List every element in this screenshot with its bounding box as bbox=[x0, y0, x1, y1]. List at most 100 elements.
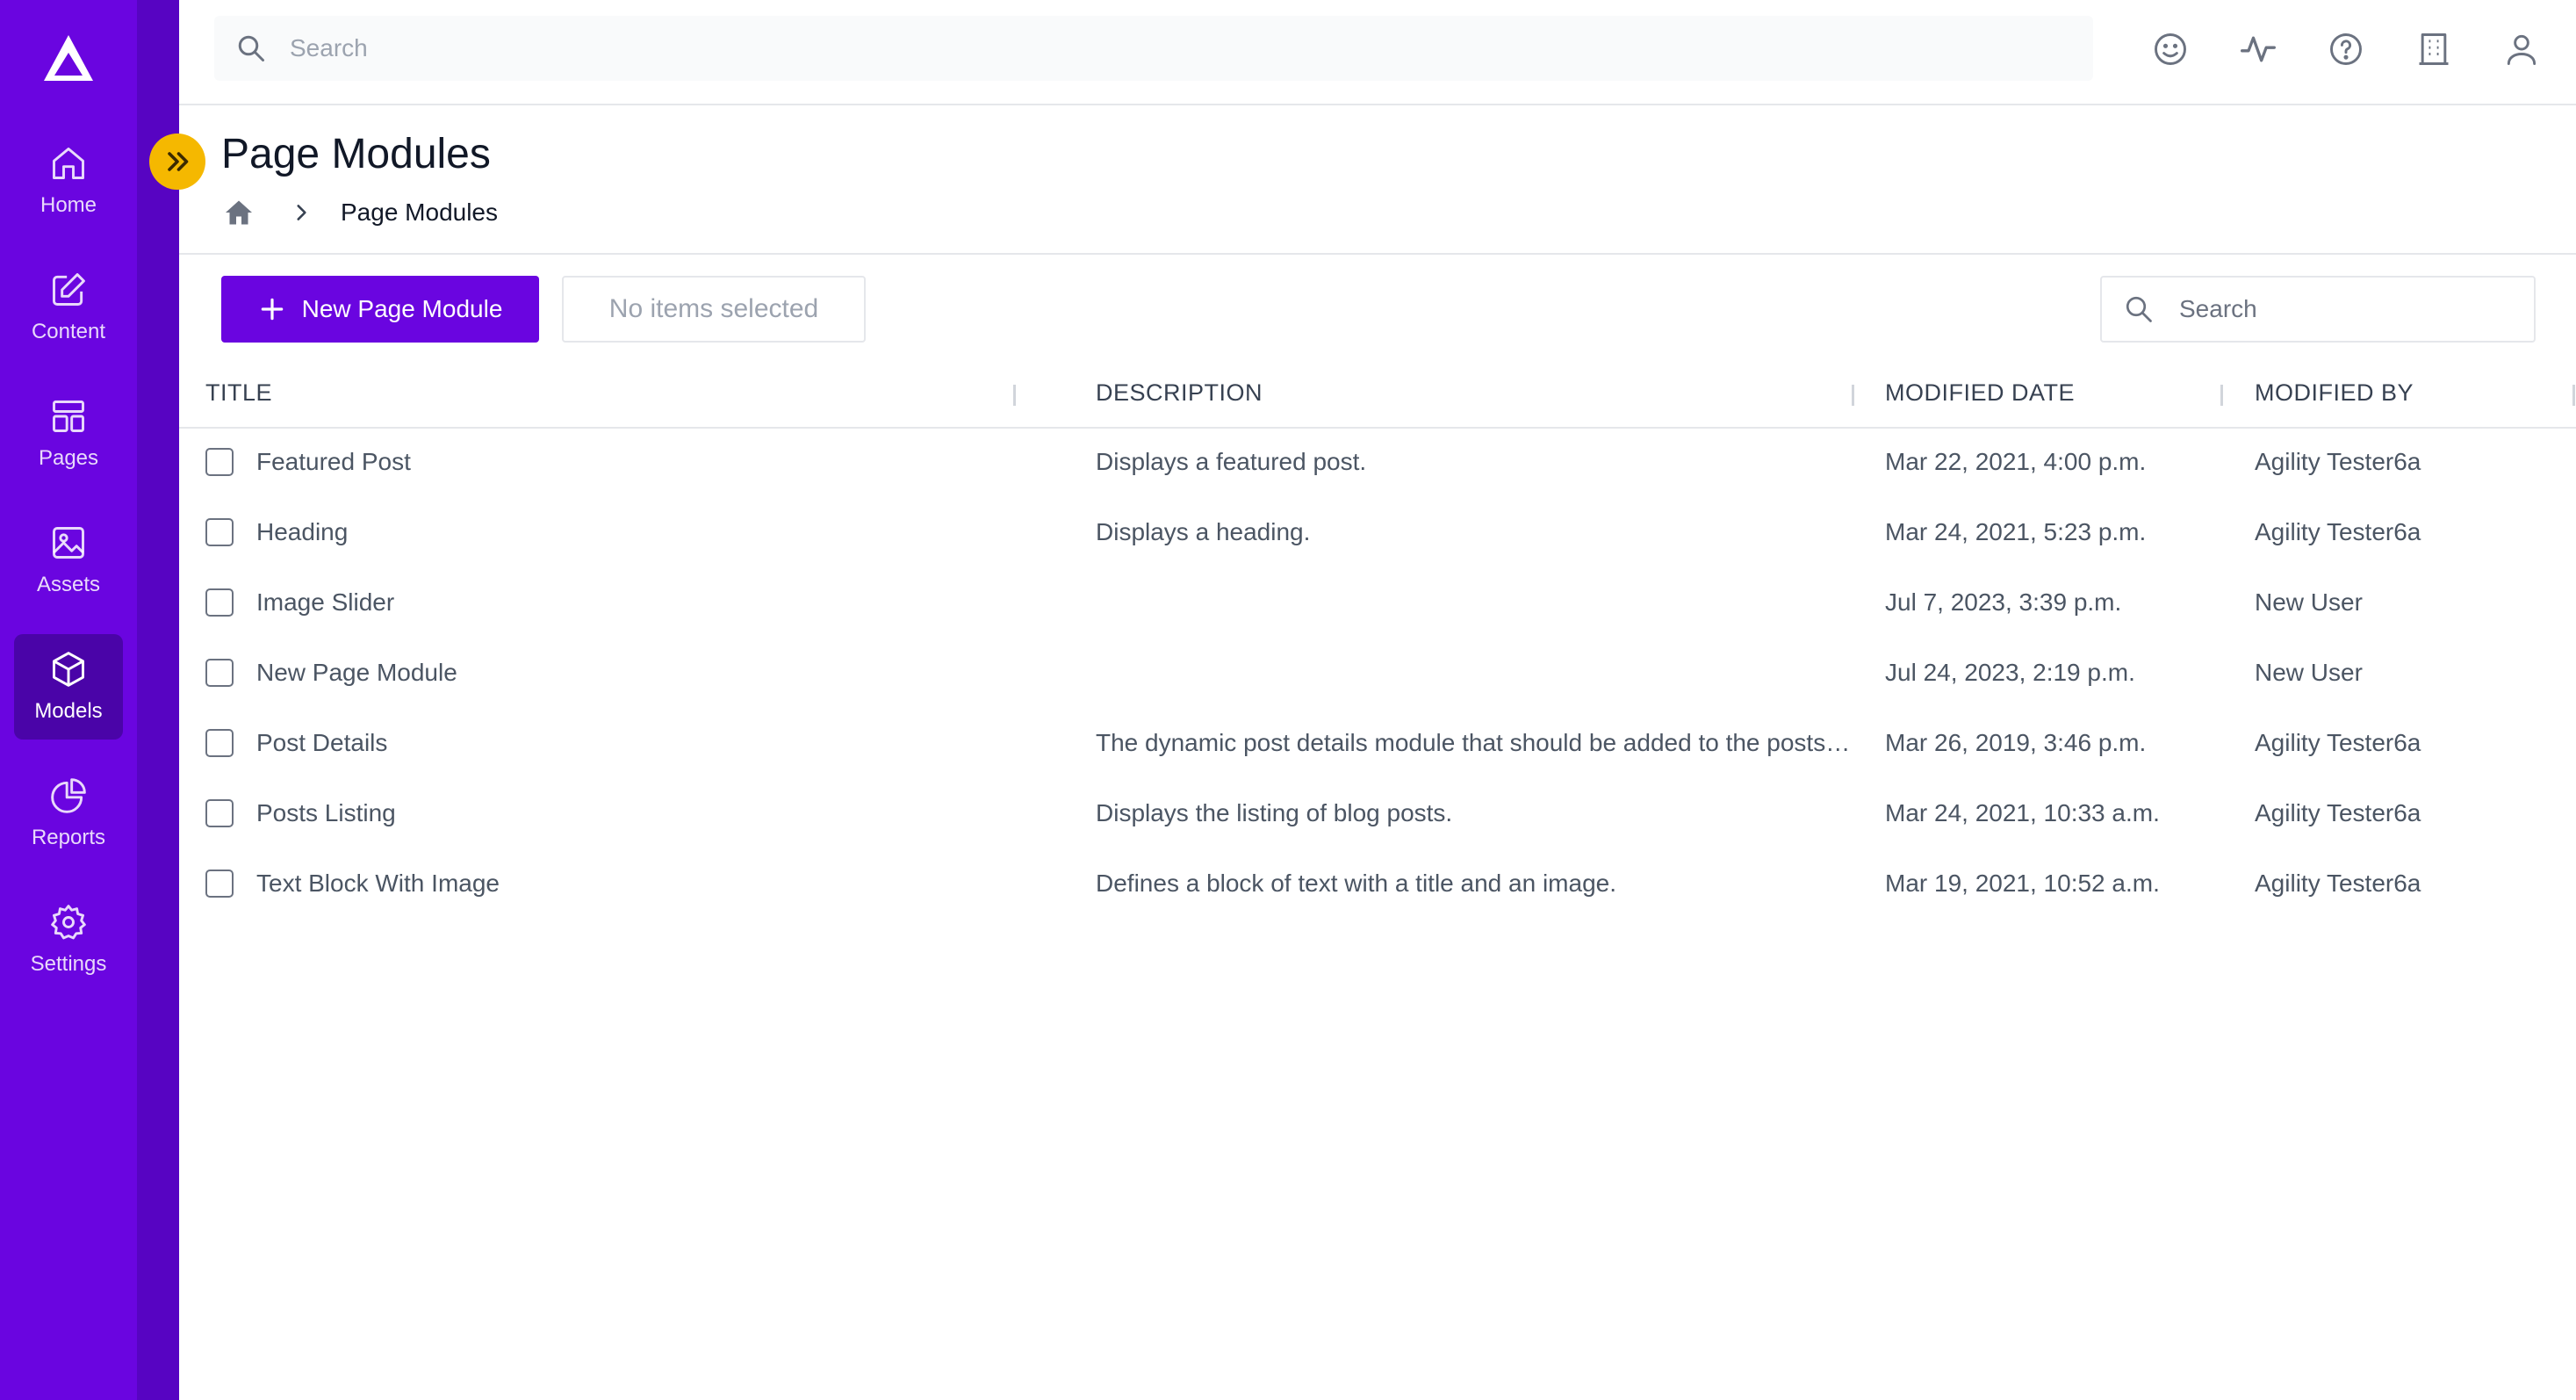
row-modified-date: Mar 22, 2021, 4:00 p.m. bbox=[1885, 448, 2147, 475]
expand-sidebar-button[interactable] bbox=[149, 134, 205, 190]
row-title: Posts Listing bbox=[256, 799, 396, 826]
top-icons bbox=[2126, 0, 2576, 98]
cube-icon bbox=[53, 652, 84, 687]
sidebar: Home Content Pages Assets Models Reports… bbox=[0, 0, 137, 1400]
column-resizer[interactable] bbox=[2572, 385, 2575, 406]
sidebar-item-reports[interactable]: Reports bbox=[14, 761, 123, 866]
row-modified-by: New User bbox=[2255, 588, 2363, 616]
page-header: Page Modules Page Modules bbox=[179, 105, 2576, 255]
row-modified-date: Mar 26, 2019, 3:46 p.m. bbox=[1885, 729, 2147, 756]
pie-chart-icon bbox=[51, 778, 86, 813]
home-icon[interactable] bbox=[223, 197, 255, 228]
column-header-modified-date[interactable]: MODIFIED DATE bbox=[1885, 379, 2075, 407]
row-modified-date: Jul 24, 2023, 2:19 p.m. bbox=[1885, 659, 2135, 686]
row-checkbox[interactable] bbox=[205, 799, 234, 827]
row-modified-by: New User bbox=[2255, 659, 2363, 686]
row-modified-by: Agility Tester6a bbox=[2255, 729, 2421, 756]
sidebar-item-label: Home bbox=[40, 193, 97, 217]
sidebar-item-models[interactable]: Models bbox=[14, 634, 123, 740]
chevron-right-icon bbox=[297, 205, 306, 220]
row-checkbox[interactable] bbox=[205, 588, 234, 617]
table-row[interactable]: Posts Listing Displays the listing of bl… bbox=[179, 780, 2576, 850]
edit-icon bbox=[53, 273, 85, 306]
list-search[interactable] bbox=[2100, 276, 2536, 343]
row-description: Displays a featured post. bbox=[1096, 448, 1367, 475]
home-icon bbox=[53, 148, 84, 179]
sidebar-item-label: Settings bbox=[30, 952, 107, 976]
activity-icon[interactable] bbox=[2239, 30, 2277, 69]
sidebar-item-home[interactable]: Home bbox=[14, 128, 123, 234]
sidebar-item-label: Pages bbox=[38, 446, 99, 470]
row-modified-date: Jul 7, 2023, 3:39 p.m. bbox=[1885, 588, 2122, 616]
row-title: Heading bbox=[256, 518, 349, 545]
breadcrumb-current: Page Modules bbox=[341, 198, 499, 226]
row-title: Featured Post bbox=[256, 448, 411, 475]
sidebar-item-settings[interactable]: Settings bbox=[14, 887, 123, 992]
agility-logo-icon[interactable] bbox=[40, 32, 97, 84]
sidebar-item-label: Assets bbox=[36, 573, 101, 596]
table-row[interactable]: Post Details The dynamic post details mo… bbox=[179, 710, 2576, 780]
sidebar-item-pages[interactable]: Pages bbox=[14, 381, 123, 487]
sidebar-nav: Home Content Pages Assets Models Reports… bbox=[0, 128, 137, 1014]
row-checkbox[interactable] bbox=[205, 518, 234, 546]
new-page-module-label: New Page Module bbox=[301, 295, 503, 322]
search-icon bbox=[238, 35, 264, 61]
table-row[interactable]: Image Slider Jul 7, 2023, 3:39 p.m. New … bbox=[179, 569, 2576, 639]
row-checkbox[interactable] bbox=[205, 870, 234, 898]
column-resizer[interactable] bbox=[2220, 385, 2223, 406]
chevrons-right-icon bbox=[168, 152, 189, 171]
row-modified-date: Mar 24, 2021, 5:23 p.m. bbox=[1885, 518, 2147, 545]
row-description: Displays a heading. bbox=[1096, 518, 1311, 545]
page-title: Page Modules bbox=[221, 131, 491, 177]
table-row[interactable]: Text Block With Image Defines a block of… bbox=[179, 850, 2576, 920]
plus-icon bbox=[261, 298, 283, 321]
row-checkbox[interactable] bbox=[205, 659, 234, 687]
sidebar-item-label: Content bbox=[31, 320, 106, 343]
table-header: TITLE DESCRIPTION MODIFIED DATE MODIFIED… bbox=[179, 360, 2576, 429]
table-row[interactable]: New Page Module Jul 24, 2023, 2:19 p.m. … bbox=[179, 639, 2576, 710]
row-modified-by: Agility Tester6a bbox=[2255, 870, 2421, 897]
layout-icon bbox=[53, 401, 84, 432]
global-search[interactable] bbox=[214, 16, 2093, 81]
smiley-icon[interactable] bbox=[2151, 30, 2190, 69]
row-modified-by: Agility Tester6a bbox=[2255, 448, 2421, 475]
global-search-input[interactable] bbox=[290, 34, 1958, 62]
building-icon[interactable] bbox=[2414, 30, 2453, 69]
column-header-title[interactable]: TITLE bbox=[205, 379, 272, 407]
help-icon[interactable] bbox=[2327, 30, 2365, 69]
selection-status: No items selected bbox=[562, 276, 866, 343]
row-description: Defines a block of text with a title and… bbox=[1096, 870, 1616, 897]
sidebar-item-content[interactable]: Content bbox=[14, 255, 123, 360]
row-title: New Page Module bbox=[256, 659, 457, 686]
user-icon[interactable] bbox=[2502, 30, 2541, 69]
row-modified-date: Mar 19, 2021, 10:52 a.m. bbox=[1885, 870, 2160, 897]
new-page-module-button[interactable]: New Page Module bbox=[221, 276, 539, 343]
sidebar-item-label: Reports bbox=[31, 826, 106, 849]
row-title: Text Block With Image bbox=[256, 870, 500, 897]
table-row[interactable]: Heading Displays a heading. Mar 24, 2021… bbox=[179, 499, 2576, 569]
row-title: Image Slider bbox=[256, 588, 395, 616]
row-description: Displays the listing of blog posts. bbox=[1096, 799, 1453, 826]
sidebar-strip bbox=[137, 0, 179, 1400]
row-modified-by: Agility Tester6a bbox=[2255, 518, 2421, 545]
image-icon bbox=[53, 527, 84, 559]
column-header-description[interactable]: DESCRIPTION bbox=[1096, 379, 1263, 407]
gear-icon bbox=[51, 905, 86, 940]
row-modified-by: Agility Tester6a bbox=[2255, 799, 2421, 826]
row-modified-date: Mar 24, 2021, 10:33 a.m. bbox=[1885, 799, 2160, 826]
column-header-modified-by[interactable]: MODIFIED BY bbox=[2255, 379, 2414, 407]
main-area: Page Modules Page Modules New Page Modul… bbox=[179, 0, 2576, 1400]
search-icon bbox=[2126, 296, 2152, 322]
row-title: Post Details bbox=[256, 729, 388, 756]
sidebar-item-assets[interactable]: Assets bbox=[14, 508, 123, 613]
sidebar-item-label: Models bbox=[34, 699, 103, 723]
modules-table: TITLE DESCRIPTION MODIFIED DATE MODIFIED… bbox=[179, 360, 2576, 920]
row-checkbox[interactable] bbox=[205, 729, 234, 757]
row-description: The dynamic post details module that sho… bbox=[1096, 729, 1851, 756]
table-row[interactable]: Featured Post Displays a featured post. … bbox=[179, 429, 2576, 499]
breadcrumb: Page Modules bbox=[223, 197, 498, 228]
list-search-input[interactable] bbox=[2179, 295, 2513, 323]
row-checkbox[interactable] bbox=[205, 448, 234, 476]
column-resizer[interactable] bbox=[1013, 385, 1016, 406]
column-resizer[interactable] bbox=[1852, 385, 1854, 406]
